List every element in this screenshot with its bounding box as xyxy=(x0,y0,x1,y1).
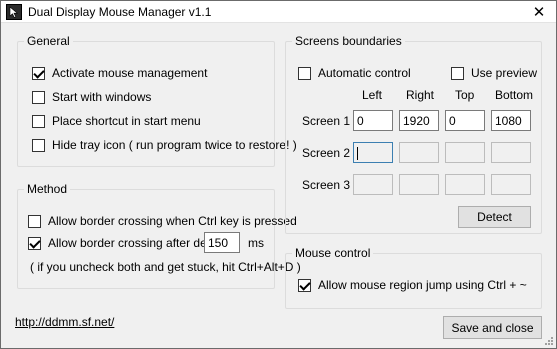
checkbox-label: Use preview xyxy=(471,66,538,80)
checkbox-label: Start with windows xyxy=(52,90,152,104)
start-with-windows-checkbox[interactable]: Start with windows xyxy=(32,90,151,104)
app-window: Dual Display Mouse Manager v1.1 ✕ Genera… xyxy=(0,0,557,349)
screen-1-top-input[interactable]: 0 xyxy=(445,110,485,131)
checkbox-label: Activate mouse management xyxy=(52,66,208,80)
general-group: General Activate mouse management Start … xyxy=(17,34,297,167)
checkbox-box[interactable] xyxy=(451,66,464,80)
delay-crossing-checkbox[interactable]: Allow border crossing after delay: xyxy=(28,236,225,250)
checkbox-box[interactable] xyxy=(32,114,45,128)
checkbox-box[interactable] xyxy=(28,214,41,228)
screens-boundaries-group: Screens boundaries Automatic control Use… xyxy=(285,34,542,234)
screen-3-label: Screen 3 xyxy=(302,178,351,192)
checkbox-label: Hide tray icon ( run program twice to re… xyxy=(52,138,297,152)
mouse-control-legend: Mouse control xyxy=(292,246,374,260)
screen-3-bottom-input[interactable] xyxy=(491,174,531,195)
column-header-top: Top xyxy=(455,88,475,102)
checkbox-box[interactable] xyxy=(298,278,311,292)
window-title: Dual Display Mouse Manager v1.1 xyxy=(28,5,212,19)
screen-2-top-input[interactable] xyxy=(445,142,485,163)
ctrl-crossing-checkbox[interactable]: Allow border crossing when Ctrl key is p… xyxy=(28,214,297,228)
detect-button[interactable]: Detect xyxy=(458,206,531,228)
text-caret xyxy=(357,147,358,161)
close-icon: ✕ xyxy=(532,3,546,21)
screen-1-bottom-input[interactable]: 1080 xyxy=(491,110,531,131)
delay-input[interactable]: 150 xyxy=(204,232,240,253)
close-button[interactable]: ✕ xyxy=(522,1,556,22)
screen-3-left-input[interactable] xyxy=(353,174,393,195)
checkbox-label: Allow border crossing when Ctrl key is p… xyxy=(48,214,297,228)
column-header-left: Left xyxy=(362,88,383,102)
title-bar[interactable]: Dual Display Mouse Manager v1.1 ✕ xyxy=(1,1,556,23)
checkbox-label: Place shortcut in start menu xyxy=(52,114,201,128)
activate-mouse-management-checkbox[interactable]: Activate mouse management xyxy=(32,66,207,80)
homepage-link[interactable]: http://ddmm.sf.net/ xyxy=(15,315,114,329)
checkbox-box[interactable] xyxy=(32,138,45,152)
checkbox-label: Allow mouse region jump using Ctrl + ~ xyxy=(318,278,527,292)
mouse-control-group: Mouse control Allow mouse region jump us… xyxy=(285,246,542,309)
delay-unit: ms xyxy=(248,236,264,250)
hide-tray-icon-checkbox[interactable]: Hide tray icon ( run program twice to re… xyxy=(32,138,297,152)
resize-grip-icon[interactable] xyxy=(543,335,553,345)
checkbox-label: Automatic control xyxy=(318,66,411,80)
checkbox-box[interactable] xyxy=(32,66,45,80)
screen-3-right-input[interactable] xyxy=(399,174,439,195)
column-header-right: Right xyxy=(406,88,435,102)
save-and-close-button[interactable]: Save and close xyxy=(443,316,542,339)
screen-1-right-input[interactable]: 1920 xyxy=(399,110,439,131)
screen-1-label: Screen 1 xyxy=(302,114,351,128)
general-legend: General xyxy=(24,34,73,48)
checkbox-box[interactable] xyxy=(32,90,45,104)
checkbox-label: Allow border crossing after delay: xyxy=(48,236,226,250)
screen-2-left-input[interactable] xyxy=(353,142,393,163)
screens-legend: Screens boundaries xyxy=(292,34,405,48)
method-legend: Method xyxy=(24,182,71,196)
screen-3-top-input[interactable] xyxy=(445,174,485,195)
screen-2-bottom-input[interactable] xyxy=(491,142,531,163)
checkbox-box[interactable] xyxy=(28,236,41,250)
mouse-icon xyxy=(6,4,22,20)
screen-2-right-input[interactable] xyxy=(399,142,439,163)
stuck-hint: ( if you uncheck both and get stuck, hit… xyxy=(30,260,301,274)
method-group: Method Allow border crossing when Ctrl k… xyxy=(17,182,301,289)
screen-1-left-input[interactable]: 0 xyxy=(353,110,393,131)
place-shortcut-checkbox[interactable]: Place shortcut in start menu xyxy=(32,114,201,128)
checkbox-box[interactable] xyxy=(298,66,311,80)
screen-2-label: Screen 2 xyxy=(302,146,351,160)
use-preview-checkbox[interactable]: Use preview xyxy=(451,66,537,80)
region-jump-checkbox[interactable]: Allow mouse region jump using Ctrl + ~ xyxy=(298,278,527,292)
automatic-control-checkbox[interactable]: Automatic control xyxy=(298,66,411,80)
column-header-bottom: Bottom xyxy=(495,88,534,102)
